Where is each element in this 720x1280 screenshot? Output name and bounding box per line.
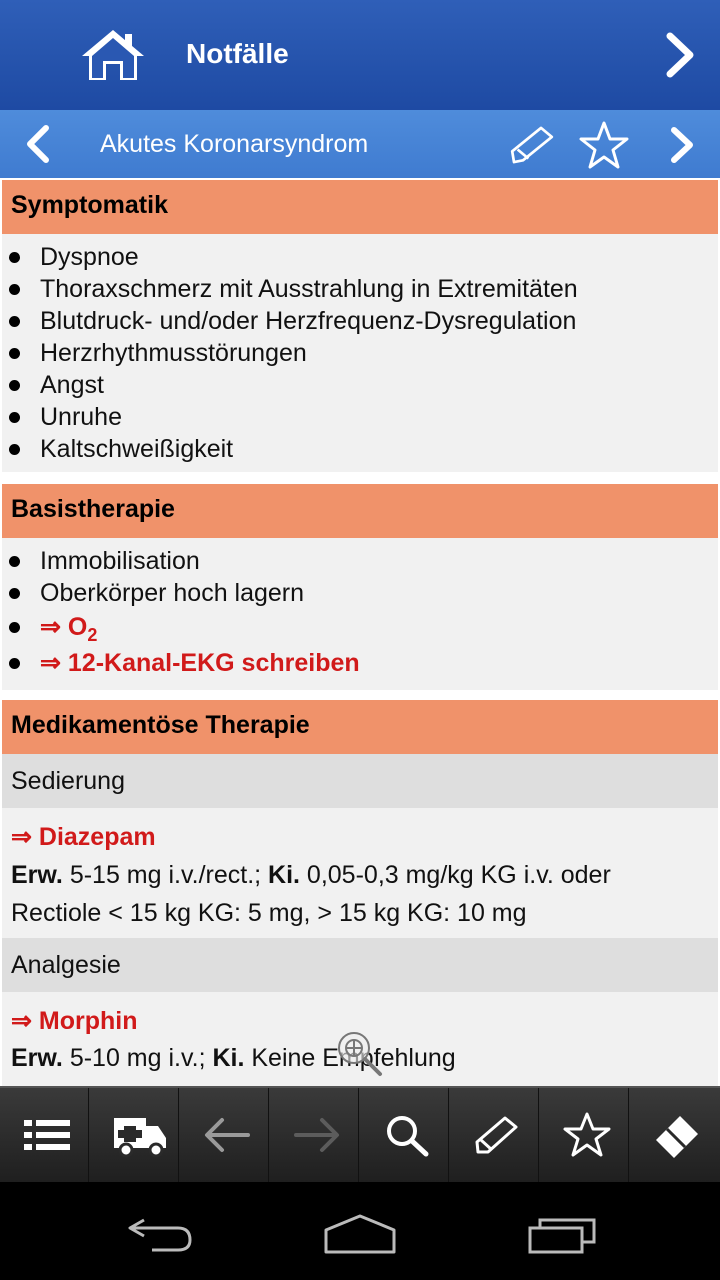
bullet bbox=[9, 380, 20, 391]
subsection-analgesie: Analgesie bbox=[2, 938, 718, 992]
back-icon[interactable] bbox=[124, 1214, 196, 1254]
eraser-button[interactable] bbox=[630, 1088, 719, 1182]
ambulance-icon bbox=[114, 1118, 166, 1158]
search-icon bbox=[387, 1116, 429, 1157]
section-header-basistherapie: Basistherapie bbox=[2, 484, 718, 538]
list-item-text: Blutdruck- und/oder Herzfrequenz-Dysregu… bbox=[40, 307, 577, 335]
zoom-overlay-icon[interactable] bbox=[334, 1028, 386, 1080]
ki-label: Ki. bbox=[268, 861, 300, 889]
list-item-text: Herzrhythmusstörungen bbox=[40, 339, 307, 367]
search-button[interactable] bbox=[360, 1088, 449, 1182]
favorite-button[interactable] bbox=[540, 1088, 629, 1182]
list-item: Immobilisation bbox=[2, 545, 718, 577]
list-icon bbox=[24, 1120, 70, 1150]
edit-button[interactable] bbox=[450, 1088, 539, 1182]
list-item-text: Immobilisation bbox=[40, 547, 200, 575]
link-label: ⇒ O bbox=[40, 613, 88, 641]
list-item: Unruhe bbox=[2, 401, 718, 433]
basistherapie-list: Immobilisation Oberkörper hoch lagern ⇒ … bbox=[2, 538, 718, 690]
list-item-text: Kaltschweißigkeit bbox=[40, 435, 234, 463]
topic-title: Akutes Koronarsyndrom bbox=[100, 130, 369, 158]
erw-label: Erw. bbox=[11, 861, 63, 889]
erw-label: Erw. bbox=[11, 1044, 63, 1072]
o2-subscript: 2 bbox=[87, 625, 98, 645]
back-arrow-icon bbox=[205, 1118, 250, 1152]
bullet bbox=[9, 622, 20, 633]
forward-button bbox=[270, 1088, 359, 1182]
star-icon[interactable] bbox=[577, 120, 631, 170]
topic-bar: Akutes Koronarsyndrom bbox=[0, 110, 720, 178]
list-item: Herzrhythmusstörungen bbox=[2, 337, 718, 369]
app-header: Notfälle bbox=[0, 0, 720, 110]
subsection-sedierung: Sedierung bbox=[2, 754, 718, 808]
erw-text: 5-15 mg i.v./rect.; bbox=[62, 861, 269, 889]
list-button[interactable] bbox=[0, 1088, 89, 1182]
erw-text: 5-10 mg i.v.; bbox=[62, 1044, 213, 1072]
link-ekg[interactable]: ⇒ 12-Kanal-EKG schreiben bbox=[2, 647, 718, 679]
list-item: Blutdruck- und/oder Herzfrequenz-Dysregu… bbox=[2, 305, 718, 337]
drug-link-morphin[interactable]: ⇒ Morphin bbox=[11, 1006, 137, 1036]
home-icon[interactable] bbox=[322, 1212, 398, 1256]
back-button[interactable] bbox=[180, 1088, 269, 1182]
section-header-symptomatik: Symptomatik bbox=[2, 180, 718, 234]
chevron-left-icon[interactable] bbox=[20, 124, 56, 164]
forward-arrow-icon bbox=[294, 1118, 339, 1152]
ambulance-button[interactable] bbox=[90, 1088, 179, 1182]
bullet bbox=[9, 556, 20, 567]
system-navbar bbox=[0, 1182, 720, 1280]
bottom-toolbar bbox=[0, 1086, 720, 1182]
bullet bbox=[9, 316, 20, 327]
list-item: Oberkörper hoch lagern bbox=[2, 577, 718, 609]
star-icon bbox=[563, 1112, 611, 1157]
bullet bbox=[9, 412, 20, 423]
bullet bbox=[9, 348, 20, 359]
pencil-icon bbox=[475, 1116, 518, 1154]
list-item: Angst bbox=[2, 369, 718, 401]
dosage-line: Erw. 5-15 mg i.v./rect.; Ki. 0,05-0,3 mg… bbox=[11, 861, 611, 890]
drug-link-diazepam[interactable]: ⇒ Diazepam bbox=[11, 822, 156, 852]
link-text[interactable]: ⇒ O2 bbox=[40, 611, 97, 651]
chevron-right-icon[interactable] bbox=[660, 30, 700, 80]
list-item-text: Dyspnoe bbox=[40, 243, 139, 271]
ki-label: Ki. bbox=[212, 1044, 245, 1072]
symptom-list: Dyspnoe Thoraxschmerz mit Ausstrahlung i… bbox=[2, 234, 718, 472]
list-item-text: Angst bbox=[40, 371, 104, 399]
pencil-icon[interactable] bbox=[505, 120, 559, 170]
list-item-text: Thoraxschmerz mit Ausstrahlung in Extrem… bbox=[40, 275, 578, 303]
bullet bbox=[9, 588, 20, 599]
page-title: Notfälle bbox=[186, 38, 289, 69]
link-text[interactable]: ⇒ 12-Kanal-EKG schreiben bbox=[40, 647, 360, 679]
list-item-text: Unruhe bbox=[40, 403, 122, 431]
list-item: Thoraxschmerz mit Ausstrahlung in Extrem… bbox=[2, 273, 718, 305]
recent-apps-icon[interactable] bbox=[526, 1216, 598, 1256]
dosage-line-2: Rectiole < 15 kg KG: 5 mg, > 15 kg KG: 1… bbox=[11, 899, 527, 927]
chevron-right-icon[interactable] bbox=[664, 120, 700, 170]
bullet bbox=[9, 252, 20, 263]
content-area[interactable]: Symptomatik Dyspnoe Thoraxschmerz mit Au… bbox=[0, 178, 720, 1086]
list-item: Kaltschweißigkeit bbox=[2, 433, 718, 465]
bullet bbox=[9, 658, 20, 669]
ki-text: 0,05-0,3 mg/kg KG i.v. oder bbox=[299, 861, 611, 889]
list-item: Dyspnoe bbox=[2, 241, 718, 273]
link-oxygen[interactable]: ⇒ O2 bbox=[2, 611, 718, 645]
drug-block-diazepam: ⇒ Diazepam Erw. 5-15 mg i.v./rect.; Ki. … bbox=[2, 808, 718, 938]
home-icon[interactable] bbox=[78, 26, 148, 84]
eraser-icon bbox=[656, 1116, 698, 1158]
dosage-line: Erw. 5-10 mg i.v.; Ki. Keine Empfehlung bbox=[11, 1044, 456, 1073]
section-header-medikamentoese: Medikamentöse Therapie bbox=[2, 700, 718, 754]
list-item-text: Oberkörper hoch lagern bbox=[40, 579, 305, 607]
bullet bbox=[9, 284, 20, 295]
bullet bbox=[9, 444, 20, 455]
